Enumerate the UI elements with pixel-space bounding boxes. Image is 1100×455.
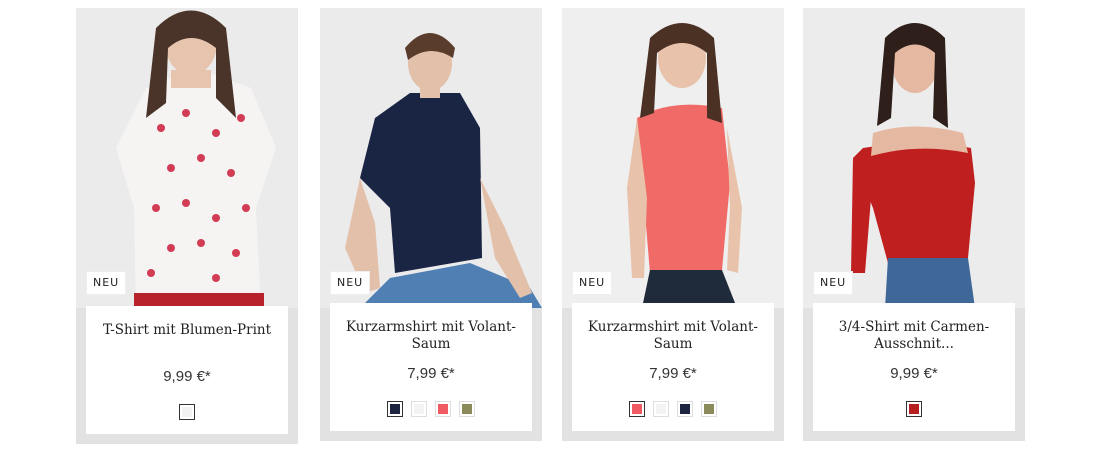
product-info: Kurzarmshirt mit Volant-Saum 7,99 €* xyxy=(572,303,774,431)
color-swatch-white[interactable] xyxy=(653,401,669,417)
product-info: 3/4-Shirt mit Carmen-Ausschnit... 9,99 €… xyxy=(813,303,1015,431)
color-swatch-white-print[interactable] xyxy=(179,404,195,420)
product-price: 9,99 €* xyxy=(163,368,211,385)
color-swatch-red[interactable] xyxy=(906,401,922,417)
product-card[interactable]: NEU Kurzarmshirt mit Volant-Saum 7,99 €* xyxy=(562,8,784,441)
color-swatch-navy[interactable] xyxy=(677,401,693,417)
product-title[interactable]: Kurzarmshirt mit Volant-Saum xyxy=(340,319,522,355)
product-price: 7,99 €* xyxy=(407,365,455,382)
color-swatch-khaki[interactable] xyxy=(459,401,475,417)
product-info: Kurzarmshirt mit Volant-Saum 7,99 €* xyxy=(330,303,532,431)
new-badge: NEU xyxy=(813,271,854,295)
color-swatch-khaki[interactable] xyxy=(701,401,717,417)
product-image[interactable] xyxy=(562,8,784,308)
product-title[interactable]: 3/4-Shirt mit Carmen-Ausschnit... xyxy=(823,319,1005,355)
product-price: 7,99 €* xyxy=(649,365,697,382)
product-title[interactable]: Kurzarmshirt mit Volant-Saum xyxy=(582,319,764,355)
color-swatches xyxy=(330,401,532,417)
color-swatch-white[interactable] xyxy=(411,401,427,417)
product-info: T-Shirt mit Blumen-Print 9,99 €* xyxy=(86,306,288,434)
color-swatches xyxy=(572,401,774,417)
color-swatch-navy[interactable] xyxy=(387,401,403,417)
new-badge: NEU xyxy=(330,271,371,295)
product-card[interactable]: NEU 3/4-Shirt mit Carmen-Ausschnit... 9,… xyxy=(803,8,1025,441)
product-card[interactable]: NEU Kurzarmshirt mit Volant-Saum 7,99 €* xyxy=(320,8,542,441)
color-swatch-coral[interactable] xyxy=(629,401,645,417)
product-image[interactable] xyxy=(803,8,1025,308)
color-swatch-coral[interactable] xyxy=(435,401,451,417)
color-swatches xyxy=(813,401,1015,417)
new-badge: NEU xyxy=(572,271,613,295)
product-image[interactable] xyxy=(320,8,542,308)
color-swatches xyxy=(86,404,288,420)
product-title[interactable]: T-Shirt mit Blumen-Print xyxy=(96,322,278,358)
new-badge: NEU xyxy=(86,271,127,295)
product-card[interactable]: NEU T-Shirt mit Blumen-Print 9,99 €* xyxy=(76,8,298,444)
product-price: 9,99 €* xyxy=(890,365,938,382)
product-image[interactable] xyxy=(76,8,298,308)
